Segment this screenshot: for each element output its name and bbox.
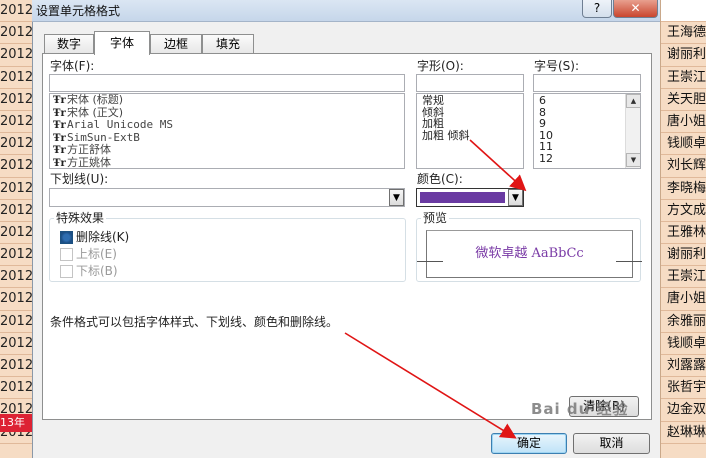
tab-font[interactable]: 字体: [94, 31, 150, 55]
arrow-to-color-dropdown: [469, 139, 527, 192]
annotation-arrows: [344, 139, 527, 439]
arrow-to-ok-button: [344, 332, 517, 439]
